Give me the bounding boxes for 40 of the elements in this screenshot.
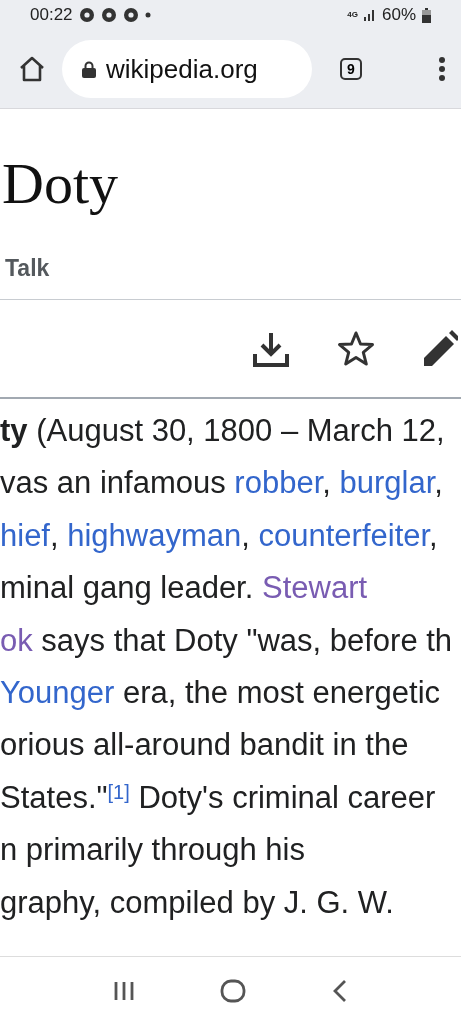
paragraph-line: ty (August 30, 1800 – March 12,	[0, 412, 446, 450]
clock-time: 00:22	[30, 5, 73, 25]
reference-link[interactable]: [1]	[107, 780, 130, 803]
edit-pencil-icon[interactable]	[422, 329, 458, 368]
signal-icon	[363, 9, 376, 21]
more-options-icon[interactable]	[439, 57, 445, 81]
home-button-icon[interactable]	[220, 979, 247, 1003]
address-bar[interactable]: wikipedia.org	[62, 40, 312, 98]
article-link[interactable]: Stewart	[261, 570, 368, 606]
paragraph-line: hief, highwayman, counterfeiter,	[0, 516, 439, 555]
paragraph-line: States."$^{[1]}$ Doty's criminal career	[0, 778, 437, 817]
paragraph-line: vas an infamous robber, burglar,	[0, 464, 444, 503]
network-type: 4G	[347, 11, 358, 19]
home-icon[interactable]	[18, 56, 46, 82]
article-link[interactable]: robber	[234, 465, 323, 501]
article-link[interactable]: ok	[0, 622, 33, 658]
talk-tab[interactable]: Talk	[5, 254, 50, 286]
article-link[interactable]: burglar	[339, 465, 435, 501]
lock-icon	[82, 60, 96, 78]
article-title: Doty	[1, 150, 119, 218]
recent-apps-icon[interactable]	[112, 980, 135, 1002]
browser-notification-icon	[122, 7, 139, 23]
back-icon[interactable]	[332, 979, 349, 1003]
more-notifications-dot-icon	[144, 12, 151, 18]
star-icon[interactable]	[336, 329, 376, 368]
article-link[interactable]: counterfeiter	[258, 517, 430, 553]
tab-switcher-button[interactable]: 9	[340, 58, 362, 80]
article-link[interactable]: highwayman	[67, 517, 242, 553]
battery-level: 60%	[381, 5, 416, 25]
article-link[interactable]: hief	[0, 517, 50, 553]
paragraph-line: minal gang leader. Stewart	[0, 569, 369, 608]
paragraph-line: orious all-around bandit in the	[0, 726, 410, 765]
browser-notification-icon	[78, 7, 95, 23]
paragraph-line: graphy, compiled by J. G. W.	[0, 883, 395, 922]
paragraph-line: n primarily through his	[0, 831, 306, 870]
browser-notification-icon	[100, 7, 117, 23]
article-link[interactable]: Younger	[0, 674, 115, 710]
paragraph-line: ok says that Doty "was, before th	[0, 621, 454, 660]
battery-icon	[422, 7, 431, 23]
paragraph-line: Younger era, the most energetic	[0, 673, 442, 712]
